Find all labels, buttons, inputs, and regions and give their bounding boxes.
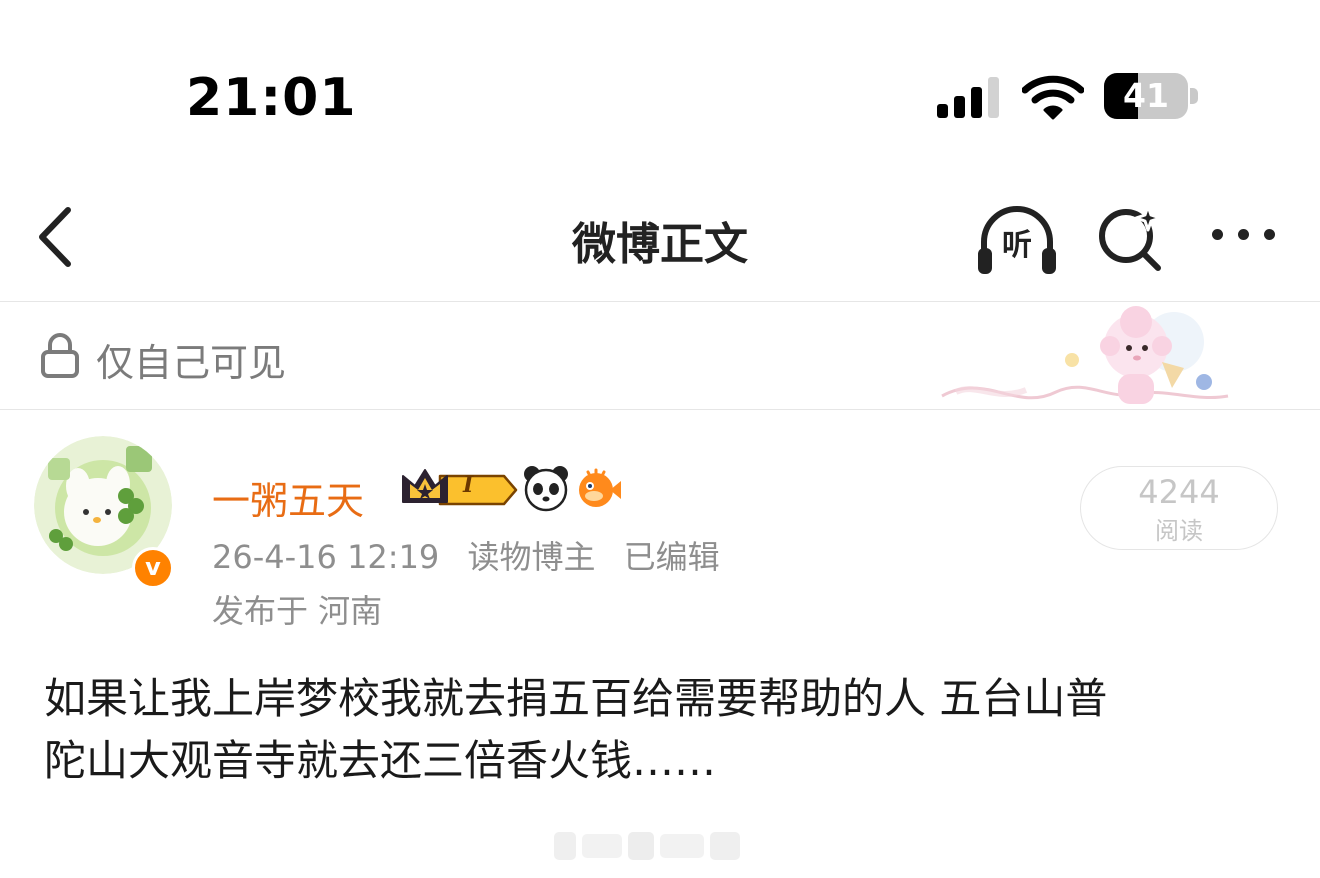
visibility-divider <box>0 409 1320 410</box>
post-meta: 26-4-16 12:19 读物博主 已编辑 <box>212 532 738 578</box>
status-bar: 21:01 41 <box>0 0 1320 160</box>
sheep-decoration-icon <box>941 306 1229 404</box>
visibility-label: 仅自己可见 <box>96 341 287 385</box>
author-name[interactable]: 一粥五天 <box>212 470 364 525</box>
search-icon[interactable] <box>1096 202 1166 272</box>
wifi-icon <box>1022 75 1084 120</box>
visibility-row: 仅自己可见 <box>0 302 1320 408</box>
post-body-line: 如果让我上岸梦校我就去捐五百给需要帮助的人 五台山普 <box>44 674 1108 723</box>
listen-label: 听 <box>1002 228 1032 263</box>
author-tag: 读物博主 <box>467 538 596 576</box>
battery-percent: 41 <box>1123 76 1169 115</box>
read-count-badge[interactable]: 4244 阅读 <box>1080 466 1278 550</box>
verified-icon: v <box>132 547 174 589</box>
cellular-signal-icon <box>937 76 1003 118</box>
crown-icon <box>402 469 518 506</box>
member-level: I <box>463 472 474 498</box>
nav-bar: 微博正文 听 <box>0 180 1320 300</box>
read-label: 阅读 <box>1155 517 1203 545</box>
post-body: 如果让我上岸梦校我就去捐五百给需要帮助的人 五台山普 陀山大观音寺就去还三倍香火… <box>44 668 1284 792</box>
panda-icon <box>524 466 568 512</box>
lock-icon <box>41 333 79 378</box>
pufferfish-icon <box>579 468 621 507</box>
status-time: 21:01 <box>186 68 357 128</box>
post-body-line: 陀山大观音寺就去还三倍香火钱…… <box>44 736 717 785</box>
member-level-badge[interactable]: I <box>400 466 518 510</box>
post-date: 26-4-16 12:19 <box>212 538 440 576</box>
listen-button[interactable]: 听 <box>974 200 1060 280</box>
watermark-icon <box>554 832 740 860</box>
edited-label[interactable]: 已编辑 <box>624 538 720 576</box>
battery-icon: 41 <box>1104 73 1200 121</box>
more-options-button[interactable] <box>1208 220 1280 250</box>
read-count: 4244 <box>1138 473 1220 511</box>
post-location: 发布于 河南 <box>212 592 383 630</box>
